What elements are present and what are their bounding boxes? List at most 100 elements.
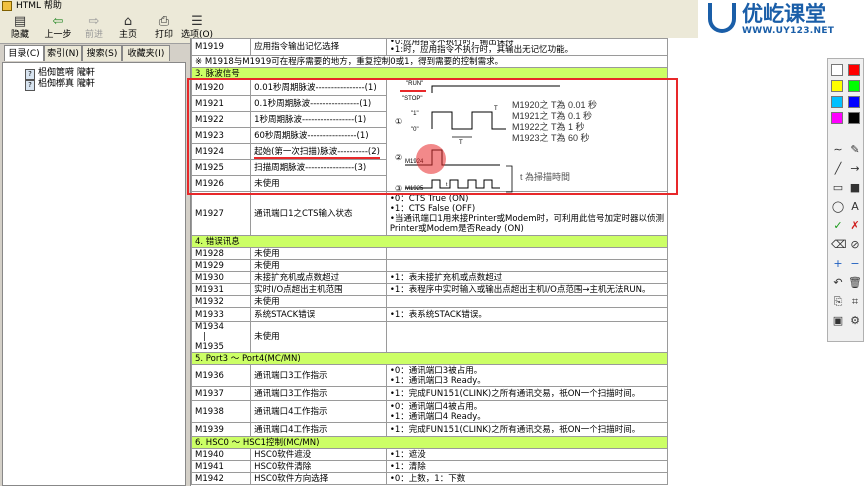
- check-tool-icon[interactable]: ✓: [831, 219, 845, 232]
- contents-tree[interactable]: ? 梠倁篋嗬 隴軒 ? 梠倁槨真 隴軒: [2, 62, 186, 486]
- color-swatch[interactable]: [831, 64, 843, 76]
- relay-code: M1923: [191, 127, 252, 144]
- relay-desc: 未接扩充机或点数超过: [250, 271, 387, 284]
- copy-icon[interactable]: ⎘: [831, 295, 845, 308]
- line-tool-icon[interactable]: ╱: [831, 162, 845, 175]
- home-button[interactable]: ⌂ 主页: [110, 13, 146, 43]
- undo-icon[interactable]: ↶: [831, 276, 845, 289]
- relay-desc: 未使用: [250, 247, 387, 260]
- pen-tool-icon[interactable]: ✎: [848, 143, 862, 156]
- relay-desc: 通讯端口4工作指示: [250, 400, 387, 423]
- relay-code: M1938: [191, 400, 252, 423]
- relay-code: M1940: [191, 448, 252, 461]
- relay-desc: 系统STACK错误: [250, 307, 387, 322]
- tab-index[interactable]: 索引(N): [44, 45, 82, 61]
- relay-code: M1929: [191, 259, 252, 272]
- table-row: M1942 HSC0软件方向选择 •0：上数，1：下数: [191, 472, 669, 485]
- section-header: 6. HSC0 ～ HSC1控制(MC/MN): [191, 436, 668, 449]
- relay-desc: 0.01秒周期脉波----------------(1): [250, 79, 387, 96]
- table-row: M1941 HSC0软件清除 •1：清除: [191, 460, 669, 473]
- table-row: M1934 | M1935 未使用: [191, 321, 669, 353]
- relay-code: M1936: [191, 364, 252, 387]
- relay-code: M1931: [191, 283, 252, 296]
- arrow-tool-icon[interactable]: →: [848, 162, 862, 175]
- relay-note: [385, 321, 669, 353]
- color-swatch[interactable]: [848, 80, 860, 92]
- curve-tool-icon[interactable]: ∼: [831, 143, 845, 156]
- tab-favorites[interactable]: 收藏夹(I): [122, 45, 170, 61]
- clear-tool-icon[interactable]: ⊘: [848, 238, 862, 251]
- table-row: M1932 未使用: [191, 295, 669, 308]
- relay-code: M1921: [191, 95, 252, 112]
- relay-desc: 起始(第一次扫描)脉波----------(2): [250, 143, 387, 160]
- table-row: M1929 未使用: [191, 259, 669, 272]
- hide-icon: ▤: [13, 14, 27, 29]
- relay-desc: 通讯端口1之CTS输入状态: [250, 191, 387, 236]
- ellipse-tool-icon[interactable]: ◯: [831, 200, 845, 213]
- relay-desc: 未使用: [250, 259, 387, 272]
- relay-note: •0：上数，1：下数: [385, 472, 669, 485]
- relay-code: M1939: [191, 422, 252, 437]
- table-row: M1927 通讯端口1之CTS输入状态 •0：CTS True (ON) •1：…: [191, 191, 669, 236]
- logo-mark-icon: [708, 3, 736, 33]
- relay-desc: 通讯端口4工作指示: [250, 422, 387, 437]
- color-swatch[interactable]: [848, 96, 860, 108]
- eraser-tool-icon[interactable]: ⌫: [831, 238, 847, 251]
- relay-desc: HSC0软件方向选择: [250, 472, 387, 485]
- delete-icon[interactable]: 🗑: [848, 276, 862, 289]
- table-row: M1939 通讯端口4工作指示 •1：完成FUN151(CLINK)之所有通讯交…: [191, 422, 669, 437]
- table-row: M1920 0.01秒周期脉波----------------(1): [191, 79, 669, 192]
- relay-desc: HSC0软件遮没: [250, 448, 387, 461]
- tab-search[interactable]: 搜索(S): [82, 45, 122, 61]
- zoom-out-icon[interactable]: −: [848, 257, 862, 270]
- print-button[interactable]: ⎙ 打印: [146, 13, 182, 43]
- pulse-diagram-cell: [385, 79, 669, 192]
- relay-note: •1：表系统STACK错误。: [385, 307, 669, 322]
- text-tool-icon[interactable]: A: [848, 200, 862, 213]
- save-icon[interactable]: ▣: [831, 314, 845, 327]
- table-row: M1940 HSC0软件遮没 •1：遮没: [191, 448, 669, 461]
- forward-button[interactable]: ⇨ 前进: [76, 13, 112, 43]
- table-row: M1928 未使用: [191, 247, 669, 260]
- relay-code: M1933: [191, 307, 252, 322]
- home-icon: ⌂: [123, 14, 133, 29]
- relay-code: M1927: [191, 191, 252, 236]
- relay-code: M1920: [191, 79, 252, 96]
- color-swatch[interactable]: [848, 112, 860, 124]
- tree-item[interactable]: ? 梠倁槨真 隴軒: [25, 78, 95, 91]
- hide-button[interactable]: ▤ 隐藏: [2, 13, 38, 43]
- color-swatch[interactable]: [831, 96, 843, 108]
- table-row: M1937 通讯端口3工作指示 •1：完成FUN151(CLINK)之所有通讯交…: [191, 386, 669, 401]
- relay-code: M1942: [191, 472, 252, 485]
- relay-note: •1：清除: [385, 460, 669, 473]
- filled-rectangle-tool-icon[interactable]: ■: [848, 181, 862, 194]
- color-swatch[interactable]: [831, 112, 843, 124]
- relay-code: M1919: [191, 38, 252, 56]
- help-app-icon: [2, 1, 12, 11]
- settings-icon[interactable]: ⚙: [848, 314, 862, 327]
- relay-note: [385, 295, 669, 308]
- relay-desc: 通讯端口3工作指示: [250, 364, 387, 387]
- color-swatch[interactable]: [831, 80, 843, 92]
- relay-desc: 未使用: [250, 321, 387, 353]
- rectangle-tool-icon[interactable]: ▭: [831, 181, 845, 194]
- relay-code: M1926: [191, 175, 252, 192]
- help-content-pane[interactable]: M1919 应用指令输出记忆选择 •0:应用指令不执行时，输出保持 •1:时，应…: [190, 38, 864, 486]
- relay-desc: 1秒周期脉波-----------------(1): [250, 111, 387, 128]
- forward-icon: ⇨: [88, 14, 100, 29]
- relay-desc: 通讯端口3工作指示: [250, 386, 387, 401]
- color-swatch[interactable]: [848, 64, 860, 76]
- capture-icon[interactable]: ⌗: [848, 295, 862, 308]
- table-row: M1930 未接扩充机或点数超过 •1：表未接扩充机或点数超过: [191, 271, 669, 284]
- relay-note: •0：通讯端口4被占用。 •1：通讯端口4 Ready。: [385, 400, 669, 423]
- zoom-in-icon[interactable]: +: [831, 257, 845, 270]
- back-button[interactable]: ⇦ 上一步: [40, 13, 76, 43]
- relay-desc: 实时I/O点超出主机范围: [250, 283, 387, 296]
- section-header: 5. Port3 ～ Port4(MC/MN): [191, 352, 668, 365]
- cross-tool-icon[interactable]: ✗: [848, 219, 862, 232]
- tab-contents[interactable]: 目录(C): [4, 45, 44, 61]
- relay-note: •0：通讯端口3被占用。 •1：通讯端口3 Ready。: [385, 364, 669, 387]
- relay-note: •1：遮没: [385, 448, 669, 461]
- relay-note: [385, 247, 669, 260]
- special-relay-table: M1919 应用指令输出记忆选择 •0:应用指令不执行时，输出保持 •1:时，应…: [191, 38, 669, 485]
